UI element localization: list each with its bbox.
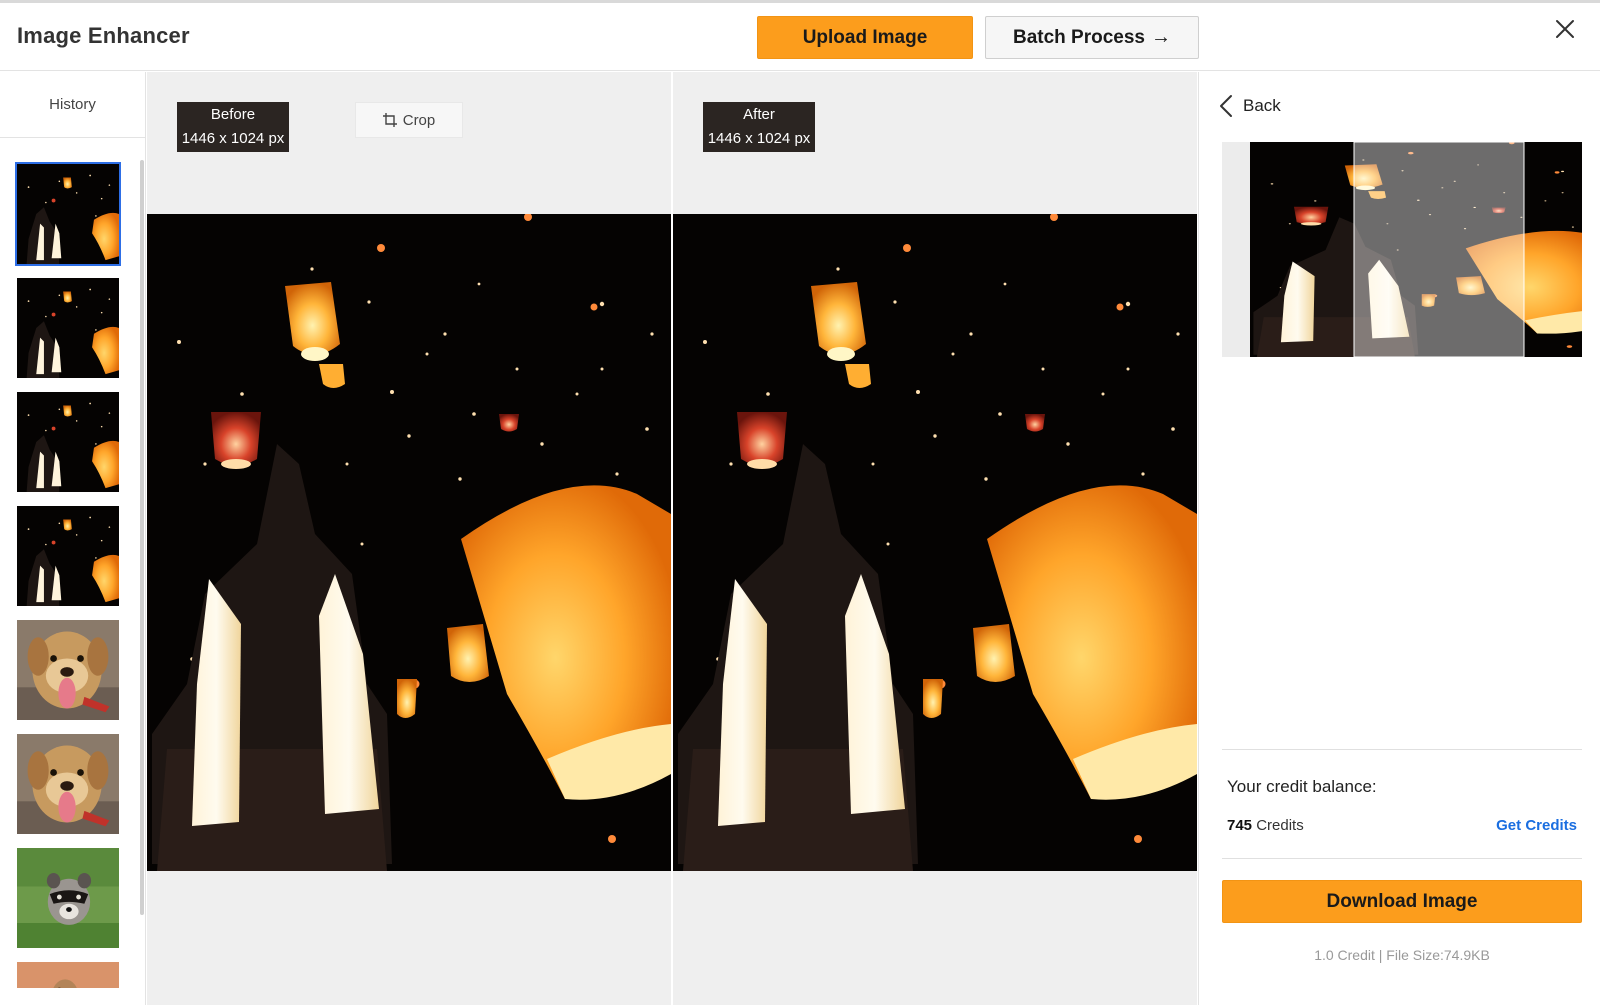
- before-label: Before: [210, 106, 256, 123]
- history-item[interactable]: [15, 618, 121, 722]
- preview-image: [1222, 142, 1582, 357]
- after-image: [673, 214, 1197, 871]
- credit-unit: Credits: [1256, 817, 1304, 834]
- after-label: After: [743, 106, 775, 123]
- credit-balance-label: Your credit balance:: [1227, 777, 1377, 796]
- history-item[interactable]: [15, 162, 121, 266]
- after-size: 1446 x 1024 px: [707, 130, 811, 147]
- arrow-right-icon: →: [1151, 26, 1171, 48]
- sidebar-scrollbar[interactable]: [140, 160, 144, 915]
- crop-button[interactable]: Crop: [355, 102, 463, 138]
- preview-navigator[interactable]: [1222, 142, 1582, 357]
- history-item[interactable]: [15, 276, 121, 380]
- crop-icon: [382, 113, 397, 127]
- divider: [1222, 749, 1582, 750]
- credit-number: 745: [1227, 817, 1253, 834]
- chevron-left-icon: [1220, 95, 1232, 117]
- divider: [1222, 858, 1582, 859]
- credit-row: 745 Credits Get Credits: [1227, 817, 1577, 834]
- file-info: 1.0 Credit | File Size:74.9KB: [1314, 947, 1490, 963]
- image-enhancer-app: Image Enhancer Upload Image Batch Proces…: [0, 0, 1600, 1005]
- history-item[interactable]: [15, 390, 121, 494]
- back-label: Back: [1243, 96, 1281, 115]
- after-tag: After 1446 x 1024 px: [703, 102, 815, 152]
- batch-process-label: Batch Process: [1012, 26, 1145, 48]
- credit-count: 745 Credits: [1227, 817, 1304, 834]
- batch-process-button[interactable]: Batch Process →: [985, 16, 1199, 59]
- history-item[interactable]: [15, 846, 121, 950]
- header-bar: Image Enhancer Upload Image Batch Proces…: [0, 3, 1600, 71]
- close-button[interactable]: [1552, 16, 1578, 42]
- history-item[interactable]: [15, 732, 121, 836]
- before-image: [147, 214, 671, 871]
- close-icon: [1556, 20, 1574, 38]
- history-item[interactable]: [15, 960, 121, 990]
- compare-area: Before 1446 x 1024 px Crop After 1446 x …: [147, 72, 1197, 1005]
- history-list: [15, 162, 125, 1000]
- upload-image-button[interactable]: Upload Image: [757, 16, 973, 59]
- app-title: Image Enhancer: [17, 23, 190, 48]
- get-credits-link[interactable]: Get Credits: [1496, 817, 1577, 834]
- crop-label: Crop: [402, 111, 436, 129]
- back-button[interactable]: Back: [1219, 94, 1281, 118]
- details-panel: Back Your credit balance: 745 Credits Ge…: [1198, 72, 1600, 1005]
- history-title: History: [0, 72, 145, 138]
- history-item[interactable]: [15, 504, 121, 608]
- before-size: 1446 x 1024 px: [181, 130, 285, 147]
- download-image-button[interactable]: Download Image: [1222, 880, 1582, 923]
- before-tag: Before 1446 x 1024 px: [177, 102, 289, 152]
